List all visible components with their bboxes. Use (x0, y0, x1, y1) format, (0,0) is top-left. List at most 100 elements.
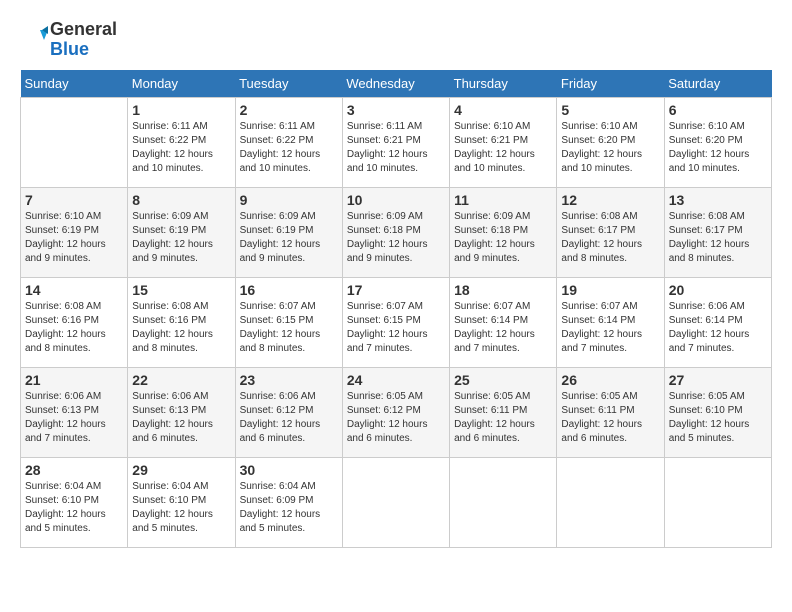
calendar-cell: 6Sunrise: 6:10 AMSunset: 6:20 PMDaylight… (664, 97, 771, 187)
calendar-cell: 29 Sunrise: 6:04 AMSunset: 6:10 PMDayligh… (128, 457, 235, 547)
week-row-4: 21 Sunrise: 6:06 AMSunset: 6:13 PMDayligh… (21, 367, 772, 457)
logo-blue: Blue (50, 40, 117, 60)
weekday-header-wednesday: Wednesday (342, 70, 449, 98)
day-info: Sunrise: 6:05 AMSunset: 6:10 PMDaylight:… (669, 390, 767, 446)
calendar-cell: 26 Sunrise: 6:05 AMSunset: 6:11 PMDayligh… (557, 367, 664, 457)
calendar-cell: 28 Sunrise: 6:04 AMSunset: 6:10 PMDayligh… (21, 457, 128, 547)
day-number: 1 (132, 102, 230, 118)
logo: General Blue (20, 20, 117, 60)
day-number: 14 (25, 282, 123, 298)
day-number: 18 (454, 282, 552, 298)
day-info: Sunrise: 6:08 AMSunset: 6:17 PMDaylight:… (669, 210, 767, 266)
week-row-3: 14 Sunrise: 6:08 AMSunset: 6:16 PMDayligh… (21, 277, 772, 367)
week-row-5: 28 Sunrise: 6:04 AMSunset: 6:10 PMDayligh… (21, 457, 772, 547)
day-number: 25 (454, 372, 552, 388)
calendar-cell: 15 Sunrise: 6:08 AMSunset: 6:16 PMDayligh… (128, 277, 235, 367)
day-number: 10 (347, 192, 445, 208)
day-info: Sunrise: 6:05 AMSunset: 6:12 PMDaylight:… (347, 390, 445, 446)
day-number: 6 (669, 102, 767, 118)
calendar-cell: 25 Sunrise: 6:05 AMSunset: 6:11 PMDayligh… (450, 367, 557, 457)
weekday-header-saturday: Saturday (664, 70, 771, 98)
day-info: Sunrise: 6:07 AMSunset: 6:14 PMDaylight:… (561, 300, 659, 356)
day-number: 13 (669, 192, 767, 208)
calendar-cell: 13 Sunrise: 6:08 AMSunset: 6:17 PMDayligh… (664, 187, 771, 277)
calendar-cell: 2Sunrise: 6:11 AMSunset: 6:22 PMDaylight… (235, 97, 342, 187)
day-number: 5 (561, 102, 659, 118)
weekday-header-friday: Friday (557, 70, 664, 98)
day-info: Sunrise: 6:09 AMSunset: 6:18 PMDaylight:… (347, 210, 445, 266)
week-row-2: 7Sunrise: 6:10 AMSunset: 6:19 PMDaylight… (21, 187, 772, 277)
day-info: Sunrise: 6:07 AMSunset: 6:14 PMDaylight:… (454, 300, 552, 356)
day-number: 11 (454, 192, 552, 208)
day-info: Sunrise: 6:05 AMSunset: 6:11 PMDaylight:… (561, 390, 659, 446)
day-info: Sunrise: 6:08 AMSunset: 6:16 PMDaylight:… (132, 300, 230, 356)
calendar-cell: 10 Sunrise: 6:09 AMSunset: 6:18 PMDayligh… (342, 187, 449, 277)
day-number: 24 (347, 372, 445, 388)
day-number: 19 (561, 282, 659, 298)
calendar-cell (21, 97, 128, 187)
day-number: 26 (561, 372, 659, 388)
calendar-cell: 20 Sunrise: 6:06 AMSunset: 6:14 PMDayligh… (664, 277, 771, 367)
calendar-cell: 11 Sunrise: 6:09 AMSunset: 6:18 PMDayligh… (450, 187, 557, 277)
day-info: Sunrise: 6:09 AMSunset: 6:19 PMDaylight:… (132, 210, 230, 266)
day-info: Sunrise: 6:06 AMSunset: 6:14 PMDaylight:… (669, 300, 767, 356)
day-info: Sunrise: 6:10 AMSunset: 6:21 PMDaylight:… (454, 120, 552, 176)
day-info: Sunrise: 6:08 AMSunset: 6:16 PMDaylight:… (25, 300, 123, 356)
calendar-cell: 12 Sunrise: 6:08 AMSunset: 6:17 PMDayligh… (557, 187, 664, 277)
day-number: 17 (347, 282, 445, 298)
weekday-header-row: SundayMondayTuesdayWednesdayThursdayFrid… (21, 70, 772, 98)
day-info: Sunrise: 6:09 AMSunset: 6:18 PMDaylight:… (454, 210, 552, 266)
day-number: 20 (669, 282, 767, 298)
calendar-cell: 24 Sunrise: 6:05 AMSunset: 6:12 PMDayligh… (342, 367, 449, 457)
day-info: Sunrise: 6:10 AMSunset: 6:19 PMDaylight:… (25, 210, 123, 266)
calendar-cell (557, 457, 664, 547)
day-info: Sunrise: 6:05 AMSunset: 6:11 PMDaylight:… (454, 390, 552, 446)
day-info: Sunrise: 6:04 AMSunset: 6:09 PMDaylight:… (240, 480, 338, 536)
day-number: 8 (132, 192, 230, 208)
day-info: Sunrise: 6:10 AMSunset: 6:20 PMDaylight:… (561, 120, 659, 176)
calendar-cell (664, 457, 771, 547)
calendar-cell: 1 Sunrise: 6:11 AMSunset: 6:22 PMDaylight… (128, 97, 235, 187)
calendar-table: SundayMondayTuesdayWednesdayThursdayFrid… (20, 70, 772, 548)
calendar-cell: 5 Sunrise: 6:10 AMSunset: 6:20 PMDaylight… (557, 97, 664, 187)
day-number: 21 (25, 372, 123, 388)
day-info: Sunrise: 6:08 AMSunset: 6:17 PMDaylight:… (561, 210, 659, 266)
calendar-cell: 21Sunrise: 6:06 AMSunset: 6:13 PMDayligh… (21, 367, 128, 457)
day-number: 4 (454, 102, 552, 118)
day-info: Sunrise: 6:11 AMSunset: 6:22 PMDaylight:… (240, 120, 338, 176)
logo-bird-icon (20, 26, 48, 54)
day-number: 30 (240, 462, 338, 478)
calendar-cell: 19 Sunrise: 6:07 AMSunset: 6:14 PMDayligh… (557, 277, 664, 367)
weekday-header-monday: Monday (128, 70, 235, 98)
calendar-cell: 27 Sunrise: 6:05 AMSunset: 6:10 PMDayligh… (664, 367, 771, 457)
day-info: Sunrise: 6:04 AMSunset: 6:10 PMDaylight:… (132, 480, 230, 536)
calendar-cell: 22Sunrise: 6:06 AMSunset: 6:13 PMDayligh… (128, 367, 235, 457)
page-header: General Blue (20, 20, 772, 60)
day-number: 28 (25, 462, 123, 478)
calendar-cell: 4 Sunrise: 6:10 AMSunset: 6:21 PMDaylight… (450, 97, 557, 187)
calendar-cell: 23 Sunrise: 6:06 AMSunset: 6:12 PMDayligh… (235, 367, 342, 457)
day-info: Sunrise: 6:06 AMSunset: 6:12 PMDaylight:… (240, 390, 338, 446)
day-number: 3 (347, 102, 445, 118)
calendar-cell: 3Sunrise: 6:11 AMSunset: 6:21 PMDaylight… (342, 97, 449, 187)
weekday-header-sunday: Sunday (21, 70, 128, 98)
calendar-cell: 16Sunrise: 6:07 AMSunset: 6:15 PMDayligh… (235, 277, 342, 367)
day-number: 27 (669, 372, 767, 388)
week-row-1: 1 Sunrise: 6:11 AMSunset: 6:22 PMDaylight… (21, 97, 772, 187)
calendar-cell: 7Sunrise: 6:10 AMSunset: 6:19 PMDaylight… (21, 187, 128, 277)
day-info: Sunrise: 6:09 AMSunset: 6:19 PMDaylight:… (240, 210, 338, 266)
day-info: Sunrise: 6:11 AMSunset: 6:22 PMDaylight:… (132, 120, 230, 176)
calendar-cell: 8 Sunrise: 6:09 AMSunset: 6:19 PMDaylight… (128, 187, 235, 277)
day-info: Sunrise: 6:07 AMSunset: 6:15 PMDaylight:… (347, 300, 445, 356)
calendar-cell: 14 Sunrise: 6:08 AMSunset: 6:16 PMDayligh… (21, 277, 128, 367)
calendar-cell: 30 Sunrise: 6:04 AMSunset: 6:09 PMDayligh… (235, 457, 342, 547)
day-info: Sunrise: 6:06 AMSunset: 6:13 PMDaylight:… (132, 390, 230, 446)
day-number: 12 (561, 192, 659, 208)
day-number: 16 (240, 282, 338, 298)
day-number: 9 (240, 192, 338, 208)
day-number: 15 (132, 282, 230, 298)
day-number: 23 (240, 372, 338, 388)
day-number: 29 (132, 462, 230, 478)
logo-general: General (50, 20, 117, 40)
day-info: Sunrise: 6:04 AMSunset: 6:10 PMDaylight:… (25, 480, 123, 536)
